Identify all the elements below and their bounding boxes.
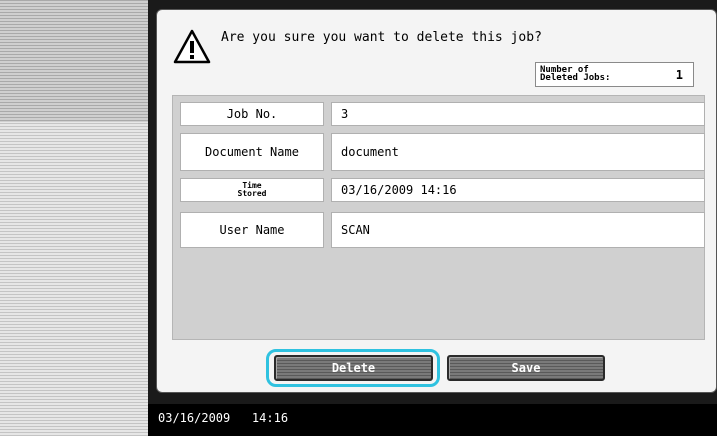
status-bar: 03/16/2009 14:16 — [148, 404, 717, 436]
deleted-jobs-label: Number of Deleted Jobs: — [540, 65, 611, 83]
left-panel-upper — [0, 0, 148, 122]
deleted-jobs-value: 1 — [675, 68, 683, 82]
time-stored-label: Time Stored — [180, 178, 324, 202]
time-stored-label-text: Time Stored — [237, 181, 267, 198]
delete-button[interactable]: Delete — [274, 355, 433, 381]
job-no-value: 3 — [331, 102, 705, 126]
deleted-jobs-counter: Number of Deleted Jobs: 1 — [535, 62, 694, 87]
left-side-panel — [0, 0, 148, 436]
user-name-value: SCAN — [331, 212, 705, 248]
save-button[interactable]: Save — [447, 355, 605, 381]
warning-triangle-icon — [173, 29, 211, 64]
status-datetime: 03/16/2009 14:16 — [158, 411, 289, 425]
job-no-label: Job No. — [180, 102, 324, 126]
time-stored-value: 03/16/2009 14:16 — [331, 178, 705, 202]
document-name-label: Document Name — [180, 133, 324, 171]
confirmation-message: Are you sure you want to delete this job… — [221, 30, 542, 45]
document-name-value: document — [331, 133, 705, 171]
user-name-label: User Name — [180, 212, 324, 248]
